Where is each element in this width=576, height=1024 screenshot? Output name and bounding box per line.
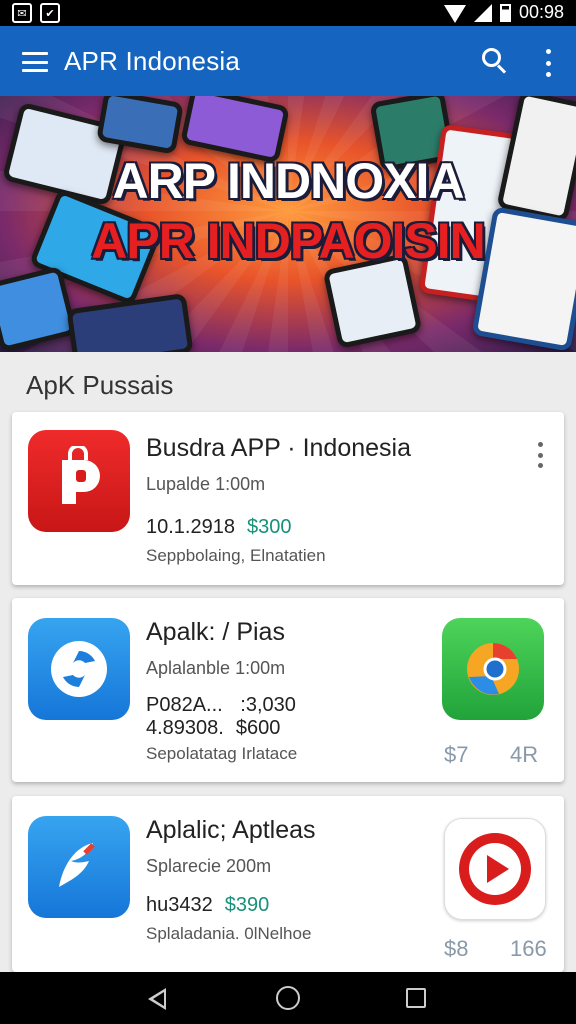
app-price: $300 xyxy=(246,516,292,538)
search-icon[interactable] xyxy=(482,48,507,74)
app-meta: Lupalde 1:00m xyxy=(146,474,266,494)
recents-icon[interactable] xyxy=(406,988,426,1008)
app-title: APR Indonesia xyxy=(64,46,241,76)
app-price: $600 xyxy=(235,717,281,739)
app-name: Busdra APP · Indonesia xyxy=(146,434,411,462)
app-version: 4.89308. xyxy=(146,717,224,739)
app-price: $390 xyxy=(224,894,270,916)
back-icon[interactable] xyxy=(148,988,166,1010)
app-code: P082A... xyxy=(146,694,223,716)
corner-label-right: 4R xyxy=(510,742,539,767)
hero-banner[interactable]: ARP INDNOXIA APR INDPAOISIN xyxy=(0,96,576,352)
parking-bag-icon xyxy=(28,430,130,532)
app-value: :3,030 xyxy=(240,694,296,716)
app-meta: Aplalanble 1:00m xyxy=(146,658,286,678)
app-version-price: 10.1.2918 $300 xyxy=(146,516,291,539)
banner-title-line2: APR INDPAOISIN xyxy=(91,213,485,269)
card-more-icon[interactable] xyxy=(535,442,545,468)
wifi-icon xyxy=(443,4,466,23)
status-time: 00:98 xyxy=(518,2,564,22)
corner-label-left: $7 xyxy=(444,742,469,767)
app-card[interactable]: Aplalic; Aptleas Splarecie 200m hu3432 $3… xyxy=(12,796,564,972)
app-version-price: hu3432 $390 xyxy=(146,894,269,917)
more-vert-icon[interactable] xyxy=(541,49,555,77)
app-name: Aplalic; Aptleas xyxy=(146,816,316,844)
app-version-price: 4.89308. $600 xyxy=(146,717,280,740)
section-title: ApK Pussais xyxy=(26,370,174,400)
signal-icon xyxy=(473,3,492,22)
corner-label-left: $8 xyxy=(444,936,469,961)
notification-icon: ✉ xyxy=(12,3,32,23)
app-version-value: P082A... :3,030 xyxy=(146,694,296,717)
app-name: Apalk: / Pias xyxy=(146,618,285,646)
app-subtitle: Seppbolaing, Elnatatien xyxy=(146,546,326,565)
app-version: 10.1.2918 xyxy=(146,516,235,538)
app-bar: APR Indonesia xyxy=(0,26,576,96)
navigation-bar xyxy=(0,972,576,1024)
app-subtitle: Splaladania. 0lNelhoe xyxy=(146,924,312,943)
feather-icon xyxy=(28,816,130,918)
battery-icon xyxy=(499,3,511,22)
shield-icon: ✔ xyxy=(40,3,60,23)
refresh-s-icon xyxy=(28,618,130,720)
app-card[interactable]: Busdra APP · Indonesia Lupalde 1:00m 10.… xyxy=(12,412,564,585)
menu-icon[interactable] xyxy=(22,52,48,72)
app-meta: Splarecie 200m xyxy=(146,856,272,876)
app-card[interactable]: Apalk: / Pias Aplalanble 1:00m P082A... … xyxy=(12,598,564,782)
play-bubble-icon xyxy=(444,818,546,920)
browser-globe-icon xyxy=(442,618,544,720)
banner-title-line1: ARP INDNOXIA xyxy=(112,153,464,209)
app-version: hu3432 xyxy=(146,894,213,916)
status-bar: ✉ ✔ 00:98 xyxy=(0,0,576,26)
app-subtitle: Sepolatatag Irlatace xyxy=(146,744,298,763)
home-icon[interactable] xyxy=(276,986,300,1010)
corner-label-right: 166 xyxy=(510,936,547,961)
